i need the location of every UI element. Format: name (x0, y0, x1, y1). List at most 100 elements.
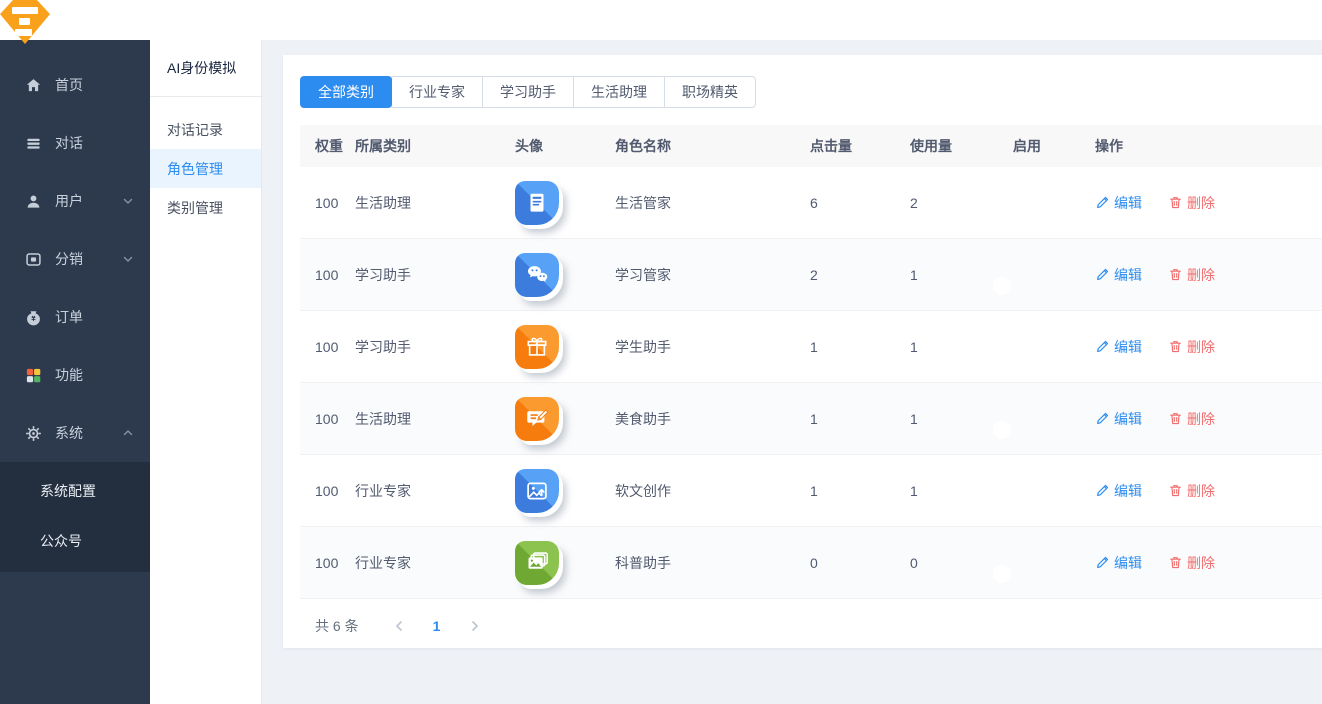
cell-role-name: 生活管家 (615, 193, 810, 213)
tab-category-1[interactable]: 全部类别 (300, 76, 392, 108)
table-row-2: 100学习助手学习管家21编辑删除 (300, 239, 1322, 311)
tab-category-4[interactable]: 生活助理 (573, 76, 665, 108)
sidebar-item-4[interactable]: 分销 (0, 230, 150, 288)
sidebar-item-label: 用户 (55, 191, 83, 211)
secondary-sidebar-title: AI身份模拟 (150, 40, 261, 97)
sidebar-item-5[interactable]: 订单 (0, 288, 150, 346)
sidebar-item-label: 对话 (55, 133, 83, 153)
secondary-menu-item-2[interactable]: 角色管理 (150, 149, 261, 188)
cell-avatar (515, 541, 615, 585)
delete-button[interactable]: 删除 (1168, 193, 1215, 213)
sidebar-subitem-2[interactable]: 公众号 (0, 516, 150, 566)
delete-button[interactable]: 删除 (1168, 409, 1215, 429)
edit-label: 编辑 (1114, 193, 1142, 213)
secondary-menu-item-label: 对话记录 (167, 120, 223, 140)
cell-avatar (515, 253, 615, 297)
toggle-knob (993, 421, 1011, 439)
sidebar-item-6[interactable]: 功能 (0, 346, 150, 404)
delete-label: 删除 (1187, 265, 1215, 285)
delete-icon (1168, 555, 1183, 570)
edit-label: 编辑 (1114, 337, 1142, 357)
app-logo-icon[interactable] (0, 0, 50, 44)
column-header: 操作 (1095, 136, 1322, 156)
cell-clicks: 1 (810, 411, 910, 427)
delete-icon (1168, 339, 1183, 354)
column-header: 启用 (1013, 136, 1095, 156)
sidebar-item-label: 首页 (55, 75, 83, 95)
pagination-total: 共 6 条 (315, 616, 359, 636)
cell-weight: 100 (315, 555, 355, 571)
toggle-knob (993, 205, 1011, 223)
cell-category: 生活助理 (355, 193, 515, 213)
table-row-4: 100生活助理美食助手11编辑删除 (300, 383, 1322, 455)
cell-avatar (515, 325, 615, 369)
delete-icon (1168, 483, 1183, 498)
image-upload-icon (515, 469, 559, 513)
cell-actions: 编辑 删除 (1095, 193, 1322, 213)
page-number-1[interactable]: 1 (421, 612, 453, 640)
cell-role-name: 学生助手 (615, 337, 810, 357)
edit-button[interactable]: 编辑 (1095, 553, 1142, 573)
sidebar-nav: 首页对话用户分销订单功能系统系统配置公众号 (0, 56, 150, 572)
delete-button[interactable]: 删除 (1168, 265, 1215, 285)
cell-role-name: 科普助手 (615, 553, 810, 573)
pagination: 共 6 条 1 (315, 612, 491, 640)
category-tabs: 全部类别行业专家学习助手生活助理职场精英 (300, 76, 756, 108)
column-header: 权重 (315, 136, 355, 156)
edit-button[interactable]: 编辑 (1095, 409, 1142, 429)
main-sidebar: 首页对话用户分销订单功能系统系统配置公众号 (0, 40, 150, 704)
column-header: 头像 (515, 136, 615, 156)
cell-weight: 100 (315, 267, 355, 283)
sidebar-item-2[interactable]: 对话 (0, 114, 150, 172)
prev-page-button[interactable] (383, 612, 415, 640)
cell-category: 行业专家 (355, 553, 515, 573)
sidebar-item-1[interactable]: 首页 (0, 56, 150, 114)
chevron-down-icon (122, 195, 134, 207)
delete-button[interactable]: 删除 (1168, 553, 1215, 573)
tab-category-5[interactable]: 职场精英 (664, 76, 756, 108)
document-icon (515, 181, 559, 225)
delete-icon (1168, 195, 1183, 210)
edit-icon (1095, 267, 1110, 282)
edit-button[interactable]: 编辑 (1095, 265, 1142, 285)
cell-weight: 100 (315, 195, 355, 211)
sidebar-item-3[interactable]: 用户 (0, 172, 150, 230)
edit-button[interactable]: 编辑 (1095, 337, 1142, 357)
tab-category-2[interactable]: 行业专家 (391, 76, 483, 108)
cell-clicks: 0 (810, 555, 910, 571)
tab-category-3[interactable]: 学习助手 (482, 76, 574, 108)
chevron-down-icon (122, 253, 134, 265)
edit-button[interactable]: 编辑 (1095, 193, 1142, 213)
cell-role-name: 美食助手 (615, 409, 810, 429)
sidebar-subitem-1[interactable]: 系统配置 (0, 466, 150, 516)
secondary-menu-item-1[interactable]: 对话记录 (150, 110, 261, 149)
secondary-menu-item-3[interactable]: 类别管理 (150, 188, 261, 227)
delete-button[interactable]: 删除 (1168, 337, 1215, 357)
cell-weight: 100 (315, 339, 355, 355)
cell-avatar (515, 397, 615, 441)
next-page-button[interactable] (459, 612, 491, 640)
delete-label: 删除 (1187, 553, 1215, 573)
secondary-menu-item-label: 角色管理 (167, 159, 223, 179)
user-icon (24, 192, 42, 210)
chevron-up-icon (122, 427, 134, 439)
edit-label: 编辑 (1114, 409, 1142, 429)
toggle-knob (993, 277, 1011, 295)
cell-avatar (515, 181, 615, 225)
tab-label: 生活助理 (591, 82, 647, 102)
sidebar-subitem-label: 公众号 (40, 531, 82, 551)
column-header: 点击量 (810, 136, 910, 156)
cell-clicks: 1 (810, 483, 910, 499)
delete-icon (1168, 267, 1183, 282)
edit-icon (1095, 411, 1110, 426)
table-row-6: 100行业专家科普助手00编辑删除 (300, 527, 1322, 599)
edit-label: 编辑 (1114, 265, 1142, 285)
sidebar-item-7[interactable]: 系统 (0, 404, 150, 462)
cell-actions: 编辑 删除 (1095, 553, 1322, 573)
list-icon (24, 134, 42, 152)
cell-actions: 编辑 删除 (1095, 337, 1322, 357)
delete-label: 删除 (1187, 337, 1215, 357)
delete-button[interactable]: 删除 (1168, 481, 1215, 501)
cell-weight: 100 (315, 483, 355, 499)
edit-button[interactable]: 编辑 (1095, 481, 1142, 501)
